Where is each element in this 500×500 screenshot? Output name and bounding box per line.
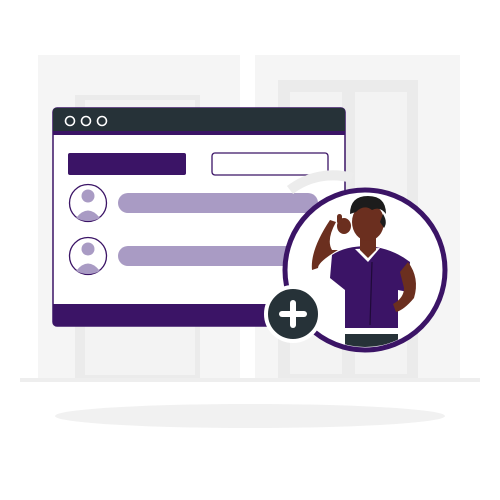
toolbar-primary-bar xyxy=(68,153,186,175)
floor-line xyxy=(20,378,480,382)
titlebar-accent xyxy=(53,131,345,135)
add-user-illustration xyxy=(20,55,480,428)
illustration-stage xyxy=(0,0,500,500)
list-item-bar xyxy=(118,193,318,213)
add-badge xyxy=(264,285,322,343)
toolbar-secondary-bar xyxy=(211,152,329,176)
floor-shadow xyxy=(55,404,445,428)
